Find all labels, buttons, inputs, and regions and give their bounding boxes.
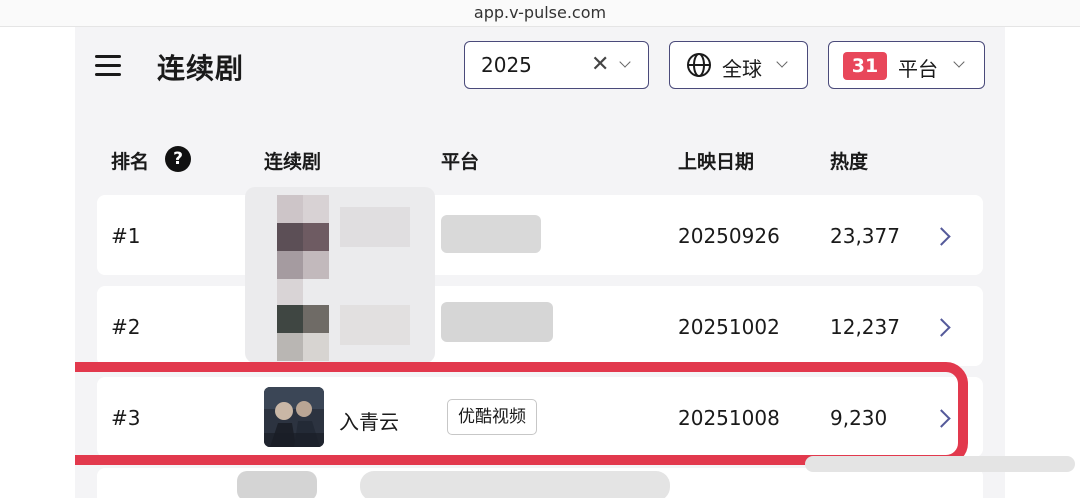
year-filter-value: 2025: [481, 53, 532, 77]
pixelated-region: [441, 215, 541, 253]
chevron-down-icon: [953, 56, 965, 68]
chevron-down-icon: [619, 56, 631, 68]
help-icon[interactable]: ?: [165, 146, 191, 172]
rank-cell: #2: [111, 315, 141, 339]
column-header-release-date: 上映日期: [678, 151, 755, 173]
pixelated-region: [245, 187, 435, 363]
column-header-heat: 热度: [830, 151, 869, 173]
year-filter[interactable]: 2025 ✕: [464, 41, 649, 89]
column-header-rank: 排名: [111, 151, 150, 173]
chevron-right-icon[interactable]: [932, 318, 951, 337]
heat-cell: 12,237: [830, 315, 900, 339]
heat-cell: 23,377: [830, 224, 900, 248]
page-margin-left: [0, 27, 75, 498]
page-margin-right: [1005, 27, 1080, 498]
globe-icon: [687, 53, 711, 77]
pixelated-region: [360, 471, 670, 498]
region-filter-value: 全球: [722, 57, 762, 81]
rank-cell: #1: [111, 224, 141, 248]
release-date-cell: 20250926: [678, 224, 780, 248]
clear-icon[interactable]: ✕: [591, 54, 609, 76]
column-header-platform: 平台: [441, 151, 480, 173]
app-content: 连续剧 2025 ✕ 全球 31 平台 排名 ? 连续剧 平台 上映日期 热度 …: [75, 27, 1005, 498]
chevron-right-icon[interactable]: [932, 227, 951, 246]
chevron-down-icon: [776, 56, 788, 68]
highlight-annotation: [75, 362, 968, 465]
page-title: 连续剧: [157, 52, 245, 85]
platform-filter-label: 平台: [898, 57, 938, 81]
platform-count-badge: 31: [843, 52, 887, 80]
url-text: app.v-pulse.com: [473, 3, 607, 22]
platform-filter[interactable]: 31 平台: [828, 41, 985, 89]
region-filter[interactable]: 全球: [669, 41, 808, 89]
pixelated-region: [441, 302, 553, 342]
browser-url-bar[interactable]: app.v-pulse.com: [0, 0, 1080, 27]
overlay-bar: [805, 456, 1075, 472]
column-header-drama: 连续剧: [264, 151, 322, 173]
release-date-cell: 20251002: [678, 315, 780, 339]
pixelated-region: [237, 471, 317, 498]
menu-icon[interactable]: [95, 55, 121, 77]
